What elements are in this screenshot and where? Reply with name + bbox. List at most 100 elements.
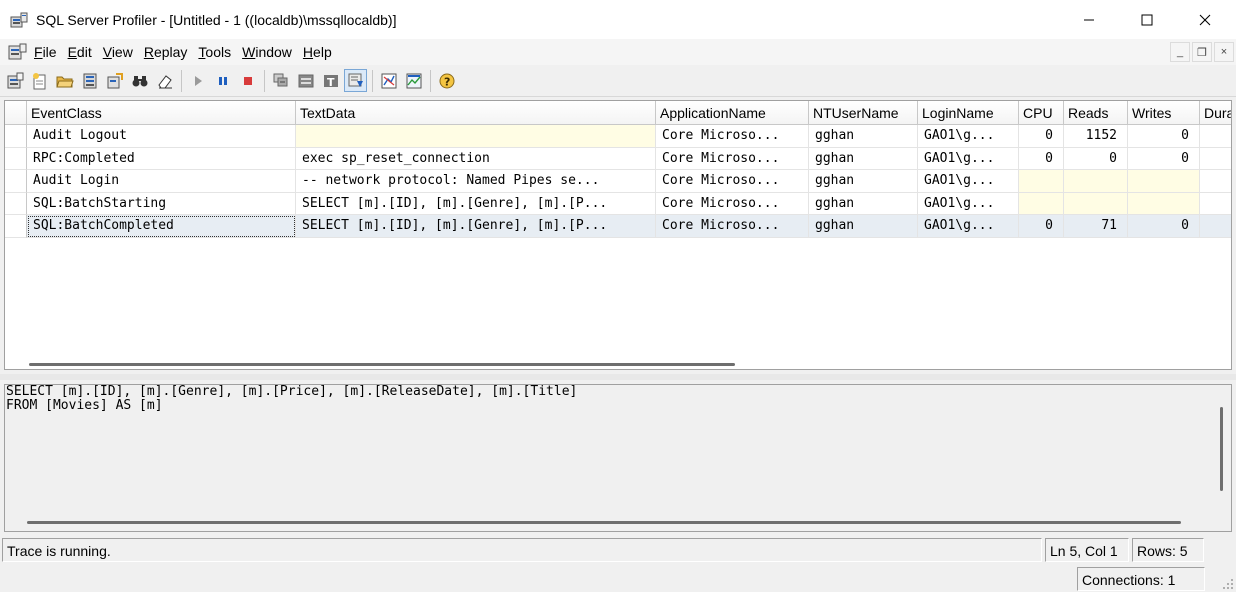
- menu-help[interactable]: Help: [299, 41, 339, 63]
- cell-loginname: GAO1\g...: [918, 192, 1019, 215]
- cell-writes: [1128, 170, 1200, 193]
- profiler-app-icon: [10, 11, 28, 29]
- table-row[interactable]: SQL:BatchCompleted SELECT [m].[ID], [m].[…: [5, 215, 1231, 238]
- run-trace-button[interactable]: [186, 69, 209, 92]
- menu-replay[interactable]: Replay: [140, 41, 195, 63]
- column-filters-button[interactable]: [294, 69, 317, 92]
- auto-scroll-button[interactable]: [344, 69, 367, 92]
- cell-eventclass: RPC:Completed: [27, 147, 296, 170]
- status-connections: Connections: 1: [1077, 567, 1205, 591]
- title-bar: SQL Server Profiler - [Untitled - 1 ((lo…: [0, 0, 1236, 39]
- detail-vertical-scrollbar[interactable]: [1220, 407, 1223, 491]
- minimize-button[interactable]: [1060, 0, 1118, 39]
- column-header-applicationname[interactable]: ApplicationName: [656, 101, 809, 125]
- event-detail-text[interactable]: SELECT [m].[ID], [m].[Genre], [m].[Price…: [6, 385, 577, 413]
- table-row[interactable]: SQL:BatchStarting SELECT [m].[ID], [m].[G…: [5, 192, 1231, 215]
- column-header-textdata[interactable]: TextData: [296, 101, 656, 125]
- save-button[interactable]: [78, 69, 101, 92]
- cell-writes: 0: [1128, 215, 1200, 238]
- cell-reads: [1064, 192, 1128, 215]
- text-view-button[interactable]: T: [319, 69, 342, 92]
- table-row[interactable]: Audit Logout Core Microso... gghan GAO1\g..…: [5, 125, 1231, 148]
- cell-writes: [1128, 192, 1200, 215]
- svg-text:?: ?: [444, 75, 450, 88]
- row-indicator-header: [5, 101, 27, 125]
- help-button[interactable]: ?: [435, 69, 458, 92]
- column-header-loginname[interactable]: LoginName: [918, 101, 1019, 125]
- open-button[interactable]: [53, 69, 76, 92]
- cell-cpu: 0: [1019, 147, 1064, 170]
- help-icon: ?: [439, 73, 454, 88]
- table-row[interactable]: Audit Login -- network protocol: Named Pi…: [5, 170, 1231, 193]
- mdi-minimize-button[interactable]: _: [1170, 42, 1190, 62]
- mdi-restore-button[interactable]: ❐: [1192, 42, 1212, 62]
- cell-loginname: GAO1\g...: [918, 147, 1019, 170]
- open-folder-icon: [55, 76, 74, 87]
- cell-eventclass: Audit Logout: [27, 125, 296, 148]
- cell-cpu: [1019, 192, 1064, 215]
- performance-monitor-button[interactable]: [377, 69, 400, 92]
- new-template-icon: [32, 72, 45, 89]
- column-header-reads[interactable]: Reads: [1064, 101, 1128, 125]
- column-header-writes[interactable]: Writes: [1128, 101, 1200, 125]
- column-header-ntusername[interactable]: NTUserName: [809, 101, 918, 125]
- status-row-count: Rows: 5: [1132, 538, 1204, 562]
- column-header-duration[interactable]: Dura: [1200, 101, 1231, 125]
- row-indicator: [5, 192, 27, 215]
- auto-scroll-icon: [348, 73, 363, 87]
- menu-file[interactable]: File: [30, 41, 64, 63]
- close-button[interactable]: [1176, 0, 1234, 39]
- cell-ntusername: gghan: [809, 125, 918, 148]
- maximize-button[interactable]: [1118, 0, 1176, 39]
- menu-bar: File Edit View Replay Tools Window Help …: [0, 39, 1236, 65]
- find-button[interactable]: [128, 69, 151, 92]
- clear-trace-button[interactable]: [153, 69, 176, 92]
- toolbar-separator: [181, 69, 182, 92]
- column-header-eventclass[interactable]: EventClass: [27, 101, 296, 125]
- save-icon: [83, 73, 96, 88]
- menu-edit[interactable]: Edit: [64, 41, 99, 63]
- grid-horizontal-scrollbar[interactable]: [29, 363, 735, 366]
- resize-grip-icon[interactable]: [1220, 576, 1234, 590]
- stop-trace-button[interactable]: [236, 69, 259, 92]
- close-icon: [1199, 14, 1211, 25]
- cell-ntusername: gghan: [809, 147, 918, 170]
- properties-button[interactable]: [103, 69, 126, 92]
- cell-dura: [1200, 170, 1231, 193]
- play-icon: [194, 75, 202, 86]
- mdi-close-button[interactable]: ×: [1214, 42, 1234, 62]
- pane-splitter[interactable]: [0, 374, 1236, 380]
- new-template-button[interactable]: [28, 69, 51, 92]
- cell-eventclass: Audit Login: [27, 170, 296, 193]
- properties-icon: [107, 72, 123, 88]
- toolbar: T ?: [0, 65, 1236, 97]
- eraser-icon: [157, 74, 172, 88]
- menu-window[interactable]: Window: [238, 41, 299, 63]
- toolbar-separator: [430, 69, 431, 92]
- stop-icon: [243, 76, 252, 85]
- performance-monitor-icon: [381, 73, 396, 88]
- cell-applicationname: Core Microso...: [656, 215, 809, 238]
- row-indicator: [5, 215, 27, 238]
- menu-tools[interactable]: Tools: [194, 41, 238, 63]
- table-row[interactable]: RPC:Completed exec sp_reset_connection Cor…: [5, 147, 1231, 170]
- menu-view[interactable]: View: [99, 41, 140, 63]
- cell-cpu: [1019, 170, 1064, 193]
- pause-trace-button[interactable]: [211, 69, 234, 92]
- trace-events-grid[interactable]: EventClass TextData ApplicationName NTUs…: [4, 100, 1232, 370]
- cell-textdata: exec sp_reset_connection: [296, 147, 656, 170]
- detail-horizontal-scrollbar[interactable]: [27, 521, 1181, 524]
- cell-textdata: SELECT [m].[ID], [m].[Genre], [m].[P...: [296, 215, 656, 238]
- cell-reads: 71: [1064, 215, 1128, 238]
- column-header-cpu[interactable]: CPU: [1019, 101, 1064, 125]
- event-detail-pane[interactable]: SELECT [m].[ID], [m].[Genre], [m].[Price…: [4, 384, 1232, 532]
- chart-button[interactable]: [402, 69, 425, 92]
- mdi-document-icon: [8, 42, 30, 62]
- cell-dura: [1200, 215, 1231, 238]
- toolbar-separator: [264, 69, 265, 92]
- cell-loginname: GAO1\g...: [918, 125, 1019, 148]
- cell-writes: 0: [1128, 147, 1200, 170]
- trace-properties-button[interactable]: [269, 69, 292, 92]
- cell-ntusername: gghan: [809, 170, 918, 193]
- new-trace-button[interactable]: [3, 69, 26, 92]
